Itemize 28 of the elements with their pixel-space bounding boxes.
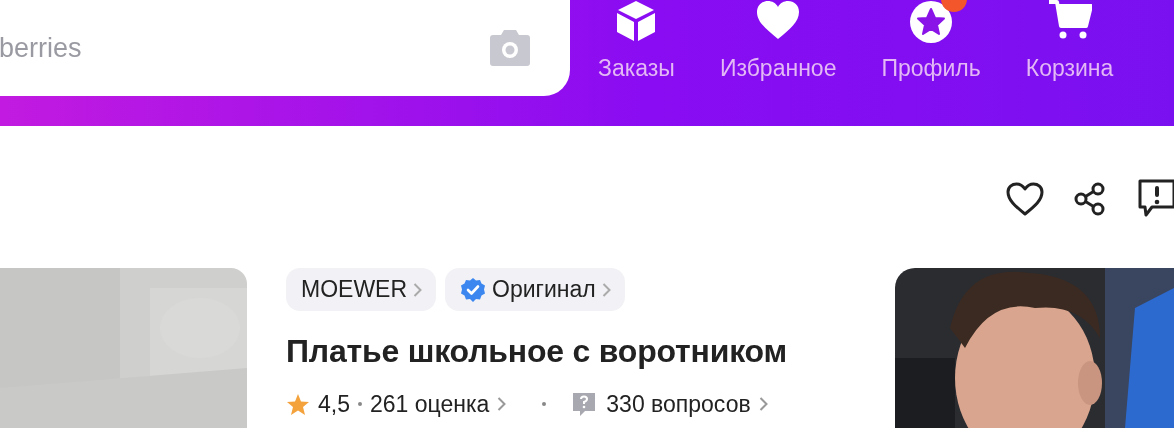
search-field[interactable]: berries [0,32,486,64]
nav-item[interactable]: Заказы [598,0,675,82]
report-icon[interactable] [1136,179,1174,219]
search-bar[interactable]: berries [0,0,570,96]
box-icon [616,0,657,42]
reviews-link[interactable]: 261 оценка [370,390,490,418]
chevron-icon [413,281,423,298]
verified-brand-chip[interactable]: Оригинал [445,268,625,311]
chip-label: Оригинал [492,276,596,303]
nav-item[interactable]: Профиль [881,0,981,82]
chevron-icon [601,281,611,298]
product-title: Платье школьное с воротником [286,333,788,370]
star-icon [286,392,310,416]
separator-dot [358,402,362,406]
verified-icon [460,276,487,303]
brand-chip[interactable]: MOEWER [286,268,437,311]
nav-item[interactable]: Избранное [719,0,837,82]
heart-icon[interactable] [1006,182,1044,216]
nav-item[interactable]: Корзина [1025,0,1114,82]
chip-label: MOEWER [301,276,408,303]
cart-icon [1047,0,1092,40]
rating-value: 4,5 [318,390,350,418]
share-icon[interactable] [1074,182,1106,216]
separator-dot [542,402,547,406]
questions-link[interactable]: 330 вопросов [606,390,751,418]
chevron-icon [758,396,768,412]
chevron-icon [497,396,507,412]
heart-icon [756,0,801,40]
